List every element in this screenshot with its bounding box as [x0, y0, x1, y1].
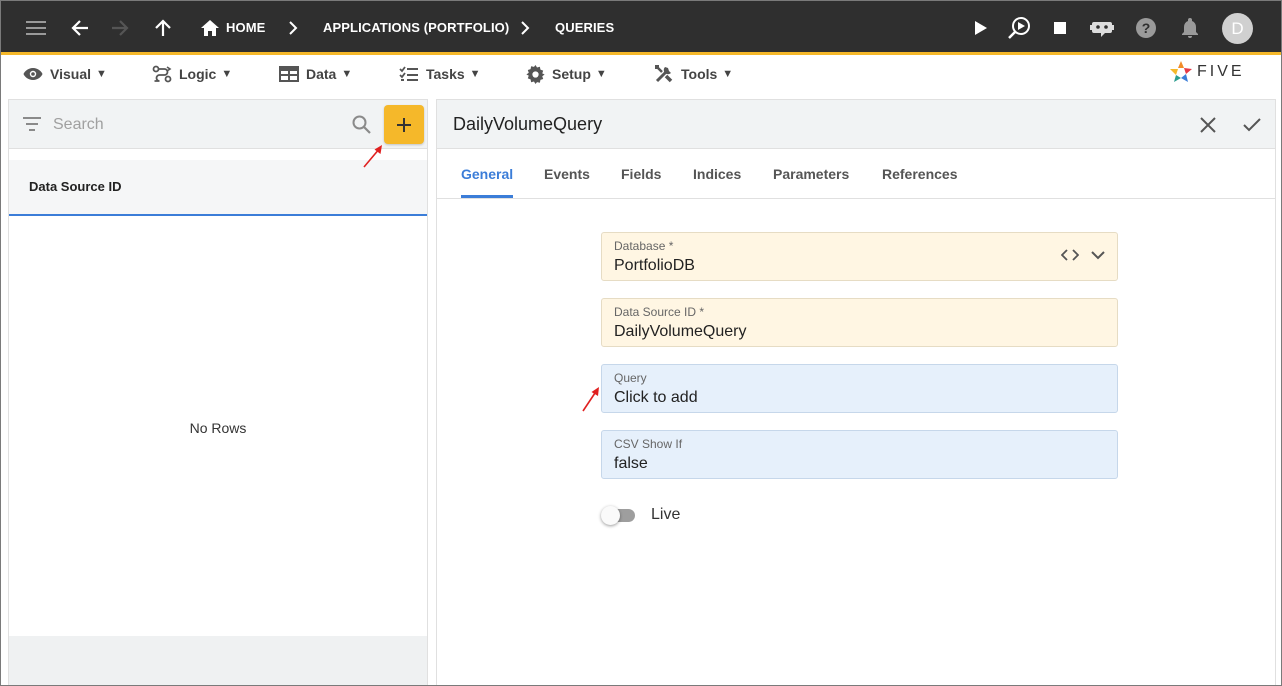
svg-text:?: ? [1142, 20, 1151, 36]
checklist-icon [399, 66, 418, 81]
code-icon[interactable] [1061, 249, 1079, 261]
search-input[interactable]: Search [53, 116, 104, 134]
up-arrow-icon[interactable] [150, 15, 176, 41]
menu-tasks[interactable]: Tasks ▼ [399, 64, 481, 84]
menu-setup-label: Setup [552, 66, 591, 82]
menu-logic[interactable]: Logic ▼ [152, 64, 232, 84]
database-label: Database * [614, 239, 674, 253]
menu-data[interactable]: Data ▼ [279, 64, 352, 84]
menu-visual[interactable]: Visual ▼ [23, 64, 107, 84]
csv-show-if-label: CSV Show If [614, 437, 683, 451]
breadcrumb-applications[interactable]: APPLICATIONS (PORTFOLIO) [323, 20, 509, 35]
list-panel: Search Data Source ID No Rows [8, 99, 428, 685]
add-button[interactable] [384, 105, 424, 144]
database-field-actions [1061, 249, 1105, 261]
debug-run-icon[interactable] [1006, 15, 1032, 41]
filter-icon[interactable] [23, 117, 41, 131]
chevron-down-icon[interactable] [1091, 250, 1105, 260]
five-logo-icon [1170, 61, 1192, 82]
caret-down-icon: ▼ [341, 68, 353, 80]
data-source-id-field[interactable]: Data Source ID * DailyVolumeQuery [601, 298, 1118, 347]
query-label: Query [614, 371, 647, 385]
caret-down-icon: ▼ [469, 68, 481, 80]
list-footer [9, 636, 427, 685]
tab-indices[interactable]: Indices [693, 166, 741, 182]
gear-icon [526, 64, 545, 84]
close-icon[interactable] [1195, 112, 1221, 138]
data-source-id-label: Data Source ID * [614, 305, 705, 319]
stop-icon[interactable] [1047, 15, 1073, 41]
back-arrow-icon[interactable] [67, 15, 93, 41]
home-icon[interactable] [197, 15, 223, 41]
annotation-arrow-icon [582, 387, 599, 412]
table-icon [279, 66, 299, 82]
five-logo: FIVE [1169, 59, 1261, 85]
breadcrumb-chevron-icon [512, 15, 538, 41]
forward-arrow-icon[interactable] [107, 15, 133, 41]
save-check-icon[interactable] [1239, 112, 1265, 138]
search-bar: Search [9, 100, 427, 149]
query-value: Click to add [614, 389, 698, 406]
tab-references[interactable]: References [882, 166, 958, 182]
breadcrumb-home[interactable]: HOME [226, 20, 265, 35]
csv-show-if-value: false [614, 455, 648, 472]
search-icon[interactable] [352, 115, 371, 134]
plus-icon [397, 117, 411, 132]
tools-icon [655, 65, 673, 83]
query-field[interactable]: Query Click to add [601, 364, 1118, 413]
menu-tools[interactable]: Tools ▼ [654, 64, 733, 84]
notifications-bell-icon[interactable] [1177, 15, 1203, 41]
breadcrumb-chevron-icon [280, 15, 306, 41]
menu-bar: Visual ▼ Logic ▼ Data ▼ Tasks ▼ Setup ▼ … [1, 58, 1281, 91]
breadcrumb-queries[interactable]: QUERIES [555, 20, 614, 35]
toggle-knob [601, 506, 620, 525]
top-bar: HOME APPLICATIONS (PORTFOLIO) QUERIES ? … [1, 1, 1281, 55]
active-tab-indicator [461, 195, 513, 198]
form-title: DailyVolumeQuery [453, 114, 603, 134]
caret-down-icon: ▼ [722, 68, 734, 80]
data-source-id-value: DailyVolumeQuery [614, 323, 747, 340]
caret-down-icon: ▼ [595, 68, 607, 80]
csv-show-if-field[interactable]: CSV Show If false [601, 430, 1118, 479]
menu-tools-label: Tools [681, 66, 718, 82]
tab-events[interactable]: Events [544, 166, 590, 182]
empty-state-text: No Rows [189, 420, 247, 436]
form-panel: DailyVolumeQuery General Events Fields I… [436, 99, 1276, 685]
tab-parameters[interactable]: Parameters [773, 166, 849, 182]
menu-data-label: Data [306, 66, 337, 82]
tab-general[interactable]: General [461, 166, 513, 182]
column-header-label: Data Source ID [29, 179, 122, 194]
eye-icon [23, 68, 43, 80]
database-value: PortfolioDB [614, 257, 695, 274]
help-icon[interactable]: ? [1133, 15, 1159, 41]
menu-logic-label: Logic [179, 66, 217, 82]
user-avatar[interactable]: D [1222, 13, 1253, 44]
chatbot-icon[interactable] [1089, 15, 1115, 41]
form-tabs: General Events Fields Indices Parameters… [437, 150, 1275, 199]
annotation-arrow-icon [363, 145, 382, 168]
caret-down-icon: ▼ [221, 68, 233, 80]
caret-down-icon: ▼ [96, 68, 107, 80]
live-toggle-label: Live [651, 506, 681, 523]
database-field[interactable]: Database * PortfolioDB [601, 232, 1118, 281]
run-icon[interactable] [968, 15, 994, 41]
menu-tasks-label: Tasks [426, 66, 465, 82]
logo-text: FIVE [1197, 63, 1245, 80]
menu-setup[interactable]: Setup ▼ [526, 64, 607, 84]
logic-icon [152, 65, 172, 83]
form-header: DailyVolumeQuery [437, 100, 1275, 149]
app-window: HOME APPLICATIONS (PORTFOLIO) QUERIES ? … [0, 0, 1282, 686]
menu-visual-label: Visual [50, 66, 91, 82]
hamburger-menu-icon[interactable] [23, 15, 49, 41]
live-toggle[interactable] [601, 506, 637, 525]
tab-fields[interactable]: Fields [621, 166, 661, 182]
